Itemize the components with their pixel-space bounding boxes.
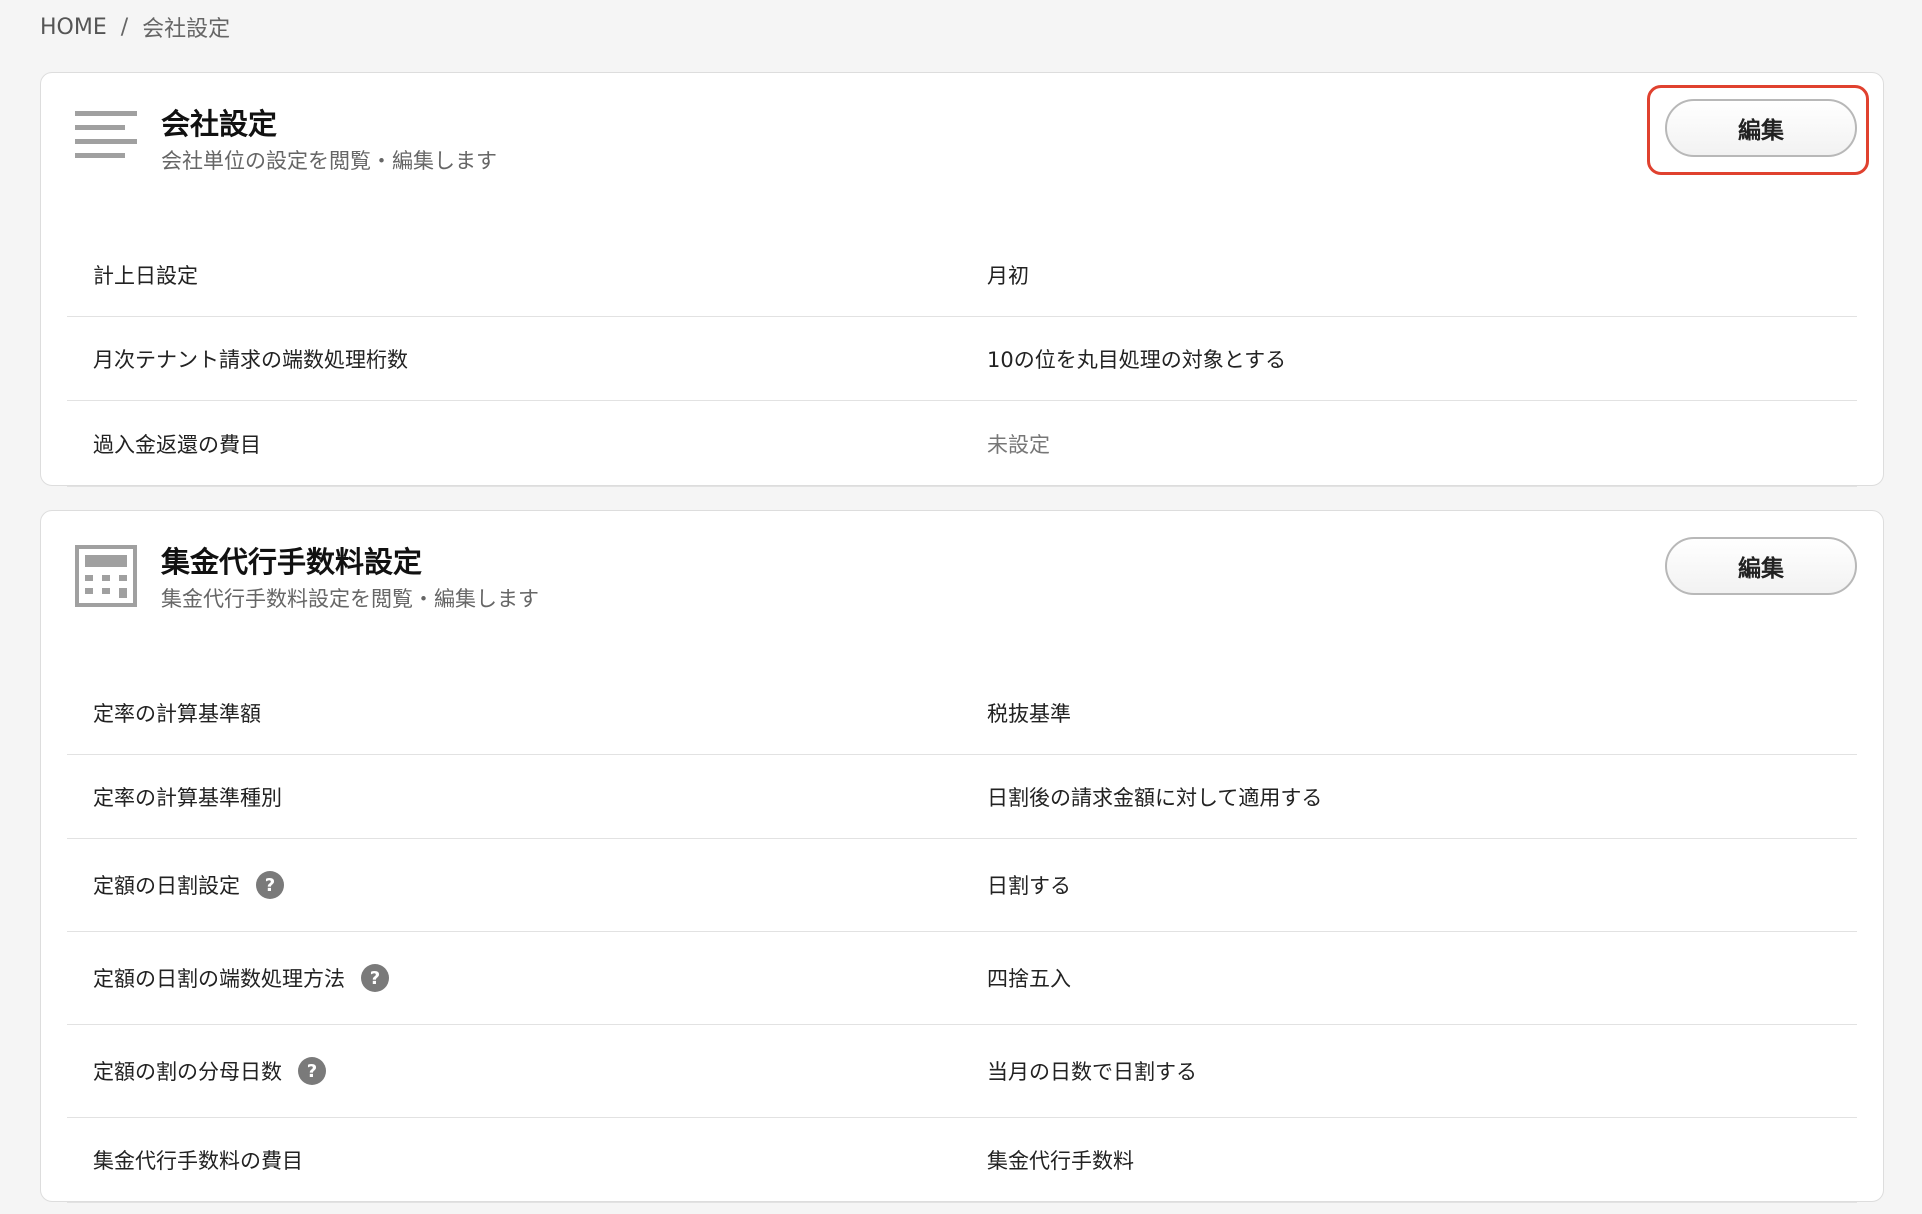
settings-row: 月次テナント請求の端数処理桁数 10の位を丸目処理の対象とする: [67, 317, 1857, 401]
row-label-text: 定額の日割の端数処理方法: [93, 967, 345, 991]
collection-fee-settings-card: 集金代行手数料設定 集金代行手数料設定を閲覧・編集します 編集 定率の計算基準額…: [40, 510, 1884, 1203]
row-value: 税抜基準: [987, 701, 1071, 726]
row-label: 定率の計算基準額: [93, 701, 261, 726]
settings-row: 定率の計算基準種別 日割後の請求金額に対して適用する: [67, 755, 1857, 839]
company-settings-title: 会社設定: [161, 107, 278, 141]
list-lines-icon: [75, 111, 137, 158]
collection-fee-settings-list: 定率の計算基準額 税抜基準 定率の計算基準種別 日割後の請求金額に対して適用する…: [67, 671, 1857, 1203]
row-label: 定額の割の分母日数 ?: [93, 1056, 326, 1086]
row-value: 当月の日数で日割する: [987, 1060, 1197, 1084]
row-value: 10の位を丸目処理の対象とする: [987, 347, 1287, 372]
calculator-icon: [75, 545, 137, 607]
row-value: 集金代行手数料: [987, 1149, 1134, 1173]
company-settings-card: 会社設定 会社単位の設定を閲覧・編集します 編集 計上日設定 月初 月次テナント…: [40, 72, 1884, 487]
collection-fee-settings-edit-button[interactable]: 編集: [1665, 537, 1857, 595]
row-label: 定率の計算基準種別: [93, 785, 282, 810]
row-label-text: 定額の割の分母日数: [93, 1060, 282, 1084]
help-icon[interactable]: ?: [298, 1057, 326, 1085]
settings-row: 集金代行手数料の費目 集金代行手数料: [67, 1118, 1857, 1203]
row-value: 日割後の請求金額に対して適用する: [987, 785, 1323, 810]
row-label: 集金代行手数料の費目: [93, 1149, 303, 1173]
settings-row: 定額の日割の端数処理方法 ? 四捨五入: [67, 932, 1857, 1025]
collection-fee-settings-title: 集金代行手数料設定: [161, 545, 423, 579]
company-settings-edit-button[interactable]: 編集: [1665, 99, 1857, 157]
help-icon[interactable]: ?: [256, 871, 284, 899]
breadcrumb-current: 会社設定: [142, 17, 231, 42]
row-label-text: 定額の日割設定: [93, 874, 240, 898]
row-label: 過入金返還の費目: [93, 432, 261, 457]
breadcrumb-separator: /: [120, 14, 129, 40]
row-label: 定額の日割設定 ?: [93, 870, 284, 900]
settings-row: 計上日設定 月初: [67, 233, 1857, 317]
collection-fee-settings-header: 集金代行手数料設定 集金代行手数料設定を閲覧・編集します 編集: [41, 511, 1883, 641]
company-settings-subtitle: 会社単位の設定を閲覧・編集します: [161, 149, 497, 173]
settings-row: 定率の計算基準額 税抜基準: [67, 671, 1857, 755]
row-label: 月次テナント請求の端数処理桁数: [93, 347, 408, 372]
row-value: 月初: [987, 263, 1029, 288]
row-value: 四捨五入: [987, 967, 1071, 991]
company-settings-list: 計上日設定 月初 月次テナント請求の端数処理桁数 10の位を丸目処理の対象とする…: [67, 233, 1857, 487]
row-label: 定額の日割の端数処理方法 ?: [93, 963, 389, 993]
row-value: 未設定: [987, 432, 1050, 457]
help-icon[interactable]: ?: [361, 964, 389, 992]
settings-row: 定額の割の分母日数 ? 当月の日数で日割する: [67, 1025, 1857, 1118]
settings-row: 定額の日割設定 ? 日割する: [67, 839, 1857, 932]
company-settings-header: 会社設定 会社単位の設定を閲覧・編集します 編集: [41, 73, 1883, 203]
collection-fee-settings-subtitle: 集金代行手数料設定を閲覧・編集します: [161, 587, 539, 611]
settings-row: 過入金返還の費目 未設定: [67, 401, 1857, 487]
row-label: 計上日設定: [93, 263, 198, 288]
breadcrumb: HOME / 会社設定: [40, 12, 231, 43]
breadcrumb-home-link[interactable]: HOME: [40, 15, 107, 40]
row-value: 日割する: [987, 874, 1071, 898]
